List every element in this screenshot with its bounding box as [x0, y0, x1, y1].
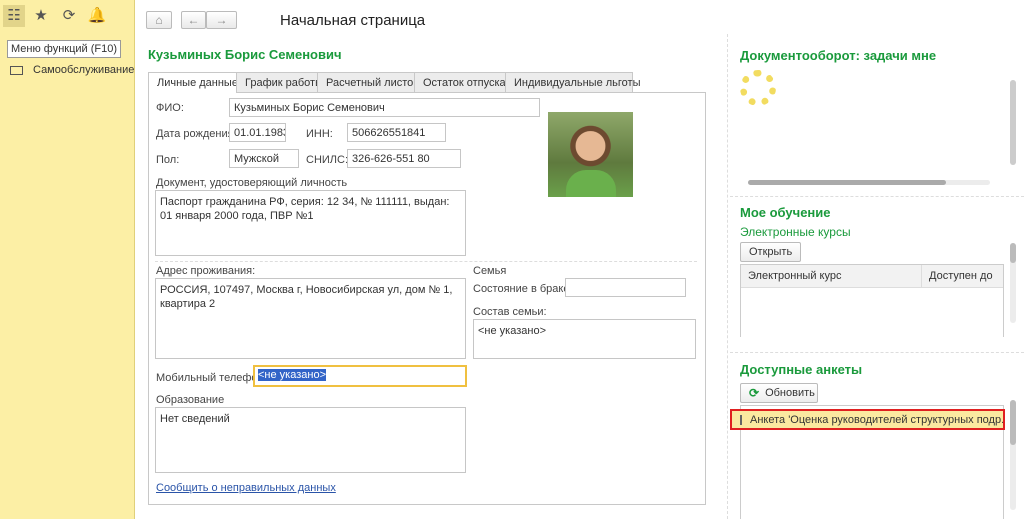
sex-field[interactable]: Мужской — [229, 149, 299, 168]
refresh-button[interactable]: ⟳ Обновить — [740, 383, 818, 403]
sex-label: Пол: — [156, 154, 180, 166]
tab-schedule[interactable]: График работы — [236, 72, 323, 93]
family-heading: Семья — [473, 265, 507, 277]
address-label: Адрес проживания: — [156, 265, 256, 277]
shirt — [566, 170, 616, 197]
sidebar: ☷ ★ ⟳ 🔔 Меню функций (F10) Самообслужива… — [0, 0, 135, 519]
tab-vacation[interactable]: Остаток отпуска — [414, 72, 506, 93]
surveys-vscroll[interactable] — [1010, 400, 1016, 510]
forward-button[interactable]: → — [206, 11, 237, 29]
education-field[interactable]: Нет сведений — [155, 407, 466, 473]
docflow-hscroll[interactable] — [748, 180, 990, 185]
dob-label: Дата рождения: — [156, 128, 237, 140]
history-icon[interactable]: ⟳ — [58, 5, 80, 27]
learning-vscroll[interactable] — [1010, 243, 1016, 323]
tab-personal[interactable]: Личные данные — [148, 72, 238, 93]
sidebar-item-label: Самообслуживание — [33, 64, 135, 76]
back-button[interactable]: ← — [181, 11, 206, 29]
employee-name: Кузьминых Борис Семенович — [148, 47, 342, 62]
doc-field[interactable]: Паспорт гражданина РФ, серия: 12 34, № 1… — [155, 190, 466, 256]
surveys-title: Доступные анкеты — [740, 362, 863, 377]
marital-label: Состояние в браке: — [473, 283, 573, 295]
column-header-course[interactable]: Электронный курс — [741, 265, 922, 287]
column-header-available[interactable]: Доступен до — [922, 265, 1003, 287]
phone-label: Мобильный телефон: — [156, 372, 267, 384]
courses-table: Электронный курс Доступен до — [740, 264, 1004, 337]
family-label: Состав семьи: — [473, 306, 547, 318]
tab-panel-top-border — [236, 92, 706, 93]
phone-field[interactable]: <не указано> — [253, 365, 467, 387]
star-icon[interactable]: ★ — [30, 5, 52, 27]
inn-field[interactable]: 506626551841 — [347, 123, 446, 142]
survey-form-icon — [740, 414, 742, 425]
separator — [155, 261, 697, 262]
dob-field[interactable]: 01.01.1983 — [229, 123, 286, 142]
inn-label: ИНН: — [306, 128, 333, 140]
courses-subtitle: Электронные курсы — [740, 225, 851, 239]
learning-title: Мое обучение — [740, 205, 831, 220]
docflow-vscroll[interactable] — [1010, 80, 1016, 165]
marital-field[interactable] — [565, 278, 686, 297]
docflow-title: Документооборот: задачи мне — [740, 48, 937, 63]
fio-label: ФИО: — [156, 102, 184, 114]
refresh-icon: ⟳ — [749, 386, 760, 400]
refresh-label: Обновить — [765, 387, 815, 399]
sidebar-item-self-service[interactable]: Самообслуживание — [10, 64, 134, 76]
report-error-link[interactable]: Сообщить о неправильных данных — [156, 482, 336, 494]
snils-label: СНИЛС: — [306, 154, 349, 166]
employee-photo — [548, 112, 633, 197]
panel-divider — [727, 34, 728, 519]
loading-spinner-icon — [740, 70, 776, 106]
survey-item[interactable]: Анкета 'Оценка руководителей структурных… — [730, 409, 1005, 430]
tooltip: Меню функций (F10) — [7, 40, 122, 58]
function-menu-icon[interactable]: ☷ — [3, 5, 25, 27]
page-title: Начальная страница — [280, 12, 426, 29]
phone-value: <не указано> — [258, 369, 326, 381]
card-icon — [10, 65, 23, 75]
family-field[interactable]: <не указано> — [473, 319, 696, 359]
snils-field[interactable]: 326-626-551 80 — [347, 149, 461, 168]
doc-heading: Документ, удостоверяющий личность — [156, 177, 348, 189]
bell-icon[interactable]: 🔔 — [86, 5, 108, 27]
education-heading: Образование — [156, 394, 225, 406]
tab-payslip[interactable]: Расчетный листок — [317, 72, 418, 93]
home-button[interactable]: ⌂ — [146, 11, 172, 29]
separator — [730, 352, 1024, 353]
separator — [730, 196, 1024, 197]
open-button[interactable]: Открыть — [740, 242, 802, 262]
address-field[interactable]: РОССИЯ, 107497, Москва г, Новосибирская … — [155, 278, 466, 359]
tab-benefits[interactable]: Индивидуальные льготы — [505, 72, 641, 93]
survey-label: Анкета 'Оценка руководителей структурных… — [750, 413, 1005, 426]
fio-field[interactable]: Кузьминых Борис Семенович — [229, 98, 540, 117]
